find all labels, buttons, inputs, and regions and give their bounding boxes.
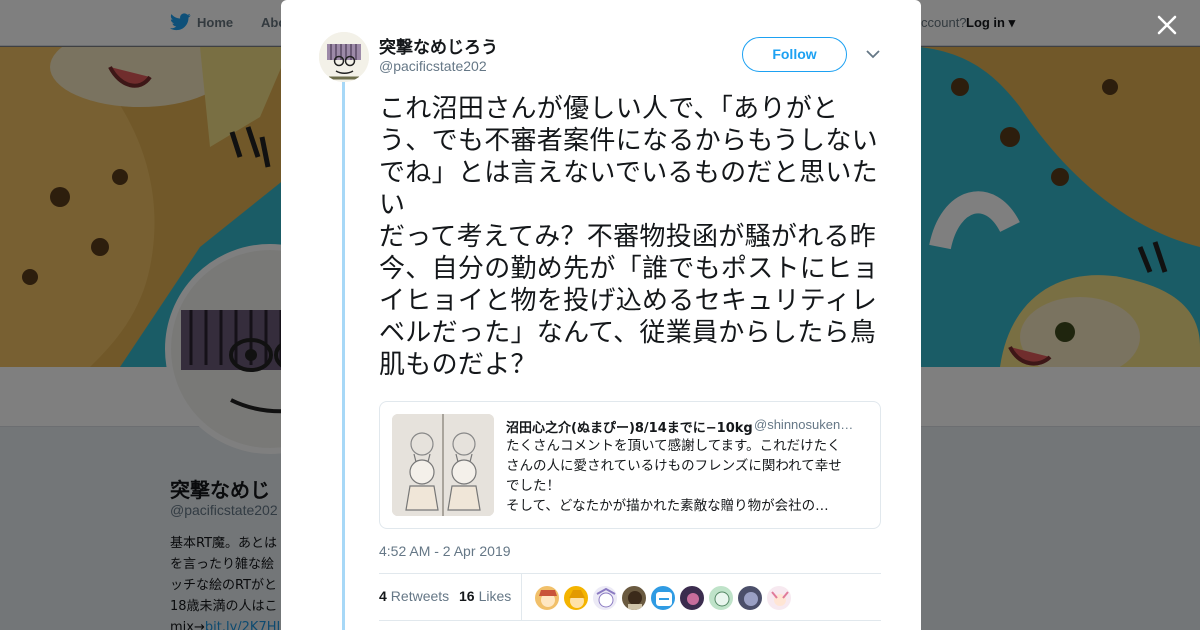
liker-avatar[interactable]	[679, 585, 705, 611]
stats-divider	[521, 574, 522, 620]
retweets-count: 4	[379, 588, 387, 604]
quoted-tweet-image[interactable]	[392, 414, 494, 516]
quoted-author-handle: @shinnosuken…	[754, 417, 854, 432]
close-icon[interactable]	[1152, 10, 1182, 40]
likes-stat[interactable]: 16 Likes	[459, 588, 511, 604]
likes-label: Likes	[478, 588, 512, 604]
quoted-tweet-text: たくさんコメントを頂いて感謝してます。これだけたく さんの人に愛されているけもの…	[506, 436, 866, 516]
chevron-down-icon[interactable]	[863, 44, 883, 64]
tweet-permalink-modal: 突撃なめじろう @pacificstate202 Follow これ沼田さんが優…	[281, 0, 921, 630]
liker-avatar[interactable]	[592, 585, 618, 611]
author-display-name[interactable]: 突撃なめじろう	[379, 33, 498, 58]
author-screen-name[interactable]: @pacificstate202	[379, 58, 487, 74]
quoted-text-line: たくさんコメントを頂いて感謝してます。これだけたく	[506, 438, 841, 454]
author-avatar[interactable]	[319, 32, 369, 82]
follow-button[interactable]: Follow	[742, 37, 847, 72]
tweet-stats: 4 Retweets 16 Likes	[379, 573, 881, 621]
tweet-text: これ沼田さんが優しい人で、「ありがとう、でも不審者案件になるからもうしないでね」…	[379, 94, 879, 380]
quoted-author-name: 沼田心之介(ぬまぴー)8/14までに−10kg	[506, 421, 753, 436]
liker-avatar[interactable]	[650, 585, 676, 611]
liker-avatar[interactable]	[766, 585, 792, 611]
liker-avatar[interactable]	[534, 585, 560, 611]
thread-connector-line	[342, 82, 345, 630]
liker-avatar[interactable]	[563, 585, 589, 611]
liker-avatar[interactable]	[737, 585, 763, 611]
retweets-stat[interactable]: 4 Retweets	[379, 588, 449, 604]
liker-avatar[interactable]	[621, 585, 647, 611]
tweet-timestamp[interactable]: 4:52 AM - 2 Apr 2019	[379, 543, 511, 559]
quoted-text-line: そして、どなたかが描かれた素敵な贈り物が会社の…	[506, 498, 829, 514]
liker-avatar[interactable]	[708, 585, 734, 611]
likes-count: 16	[459, 588, 475, 604]
quoted-tweet[interactable]: 沼田心之介(ぬまぴー)8/14までに−10kg @shinnosuken… たく…	[379, 401, 881, 529]
quoted-text-line: さんの人に愛されているけものフレンズに関われて幸せ	[506, 458, 842, 474]
retweets-label: Retweets	[390, 588, 450, 604]
quoted-text-line: でした！	[506, 478, 560, 494]
